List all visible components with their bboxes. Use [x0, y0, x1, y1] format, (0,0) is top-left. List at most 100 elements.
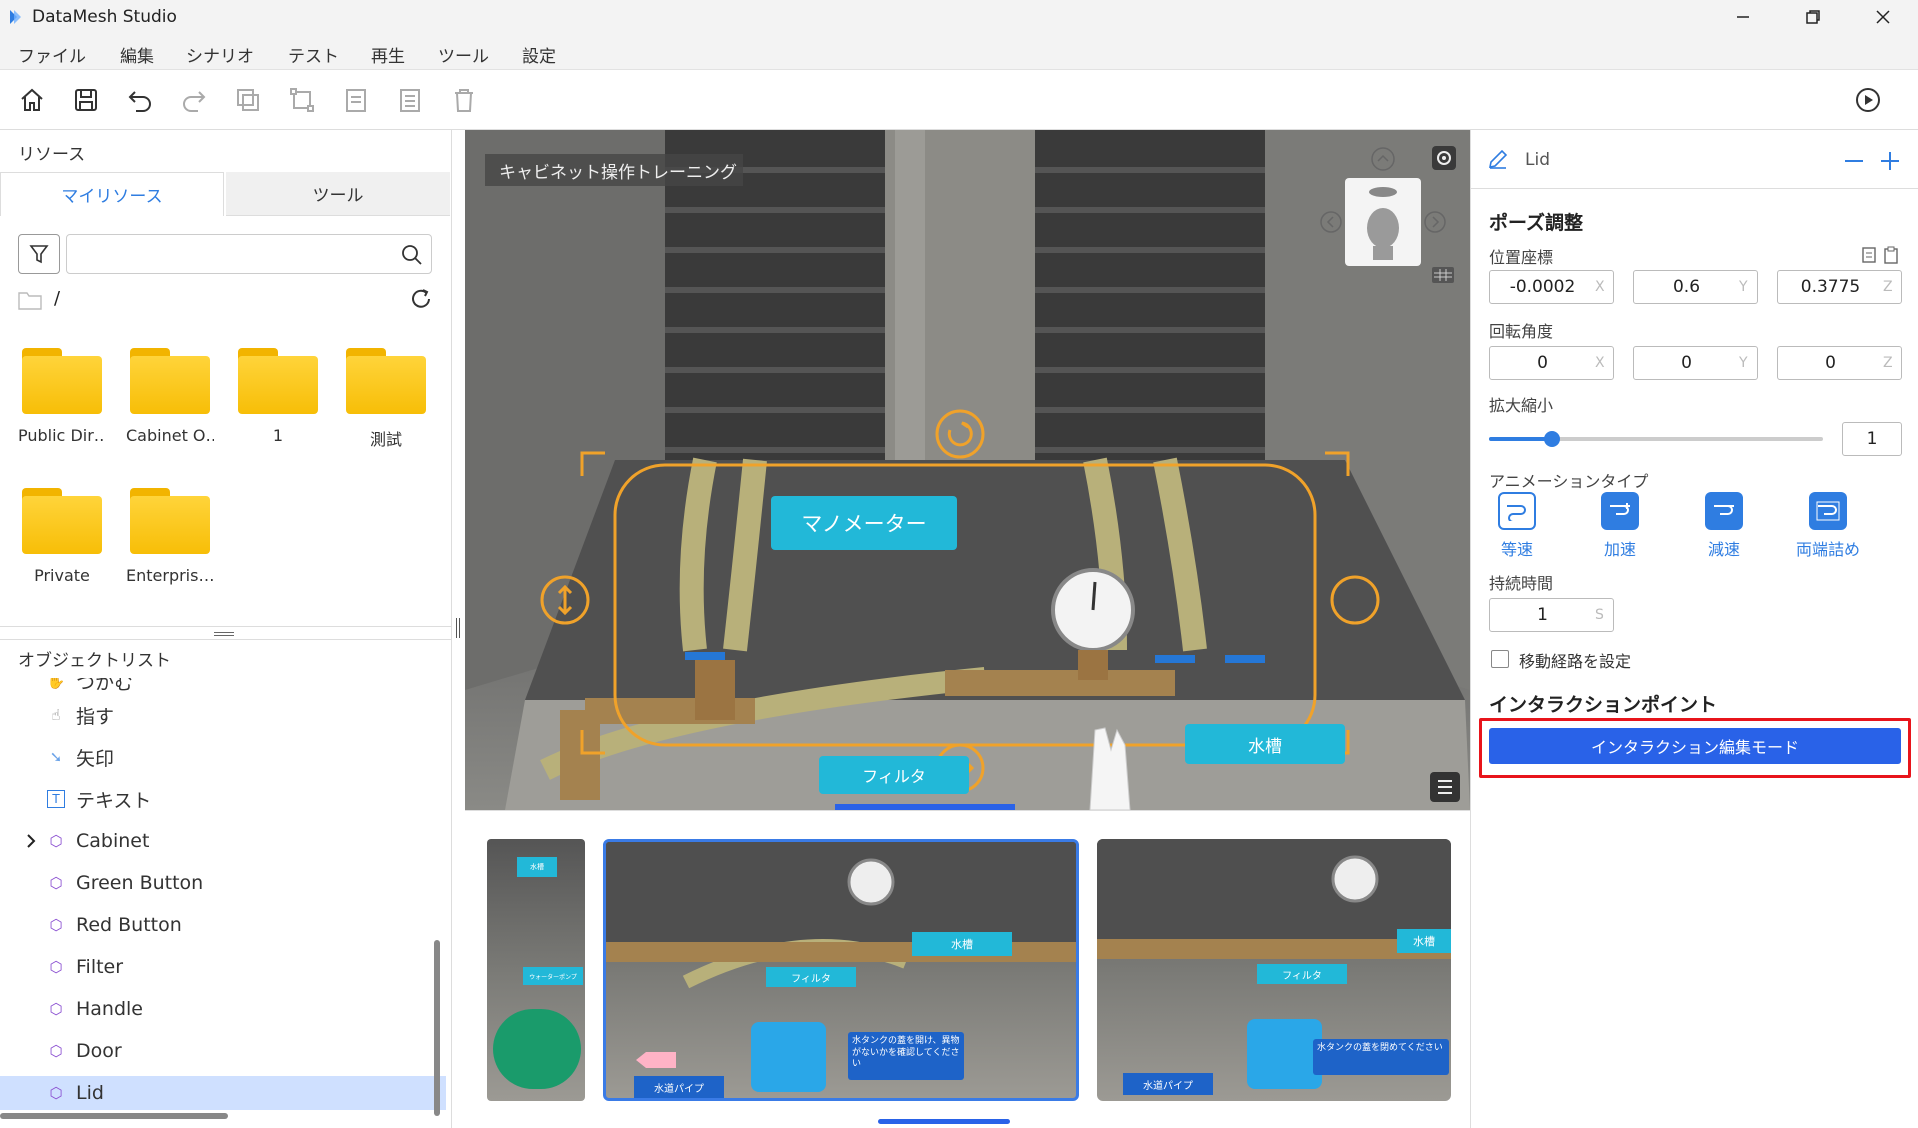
focus-icon[interactable] — [1430, 144, 1458, 172]
filter-label[interactable]: フィルタ — [819, 756, 969, 794]
anim-type-linear[interactable]: 等速 — [1472, 492, 1562, 560]
list-item[interactable]: ⬡ Cabinet — [27, 824, 436, 858]
position-x-field[interactable]: -0.0002 X — [1489, 270, 1614, 304]
anim-accel-icon — [1601, 492, 1639, 530]
anim-type-decel[interactable]: 減速 — [1679, 492, 1769, 560]
panel-splitter[interactable] — [0, 626, 452, 640]
chevron-right-icon[interactable] — [1423, 210, 1447, 234]
anim-type-ease[interactable]: 両端詰め — [1783, 492, 1873, 560]
tank-label[interactable]: 水槽 — [1185, 724, 1345, 764]
folder-item[interactable]: 1 — [234, 348, 322, 445]
interaction-edit-mode-button[interactable]: インタラクション編集モード — [1489, 728, 1901, 764]
step-thumbnail[interactable]: 水槽 ウォーターポンプ — [487, 839, 585, 1101]
folder-item[interactable]: Public Dir… — [18, 348, 106, 445]
menu-settings[interactable]: 設定 — [522, 42, 556, 67]
folder-icon — [20, 488, 104, 556]
step-thumbnail[interactable]: フィルタ 水槽 水タンクの蓋を閉めてください 水道パイプ — [1097, 839, 1451, 1101]
home-button[interactable] — [16, 84, 48, 116]
list-item-selected[interactable]: ⬡ Lid — [0, 1076, 446, 1110]
list-item[interactable]: ⬡ Door — [46, 1034, 436, 1068]
rotation-z-field[interactable]: 0Z — [1777, 346, 1902, 380]
view-cube[interactable] — [1345, 178, 1421, 266]
object-list-hscrollbar[interactable] — [0, 1113, 228, 1119]
redo-button[interactable] — [178, 84, 210, 116]
list-item[interactable]: ➘ 矢印 — [46, 740, 436, 774]
paste-button[interactable] — [340, 84, 372, 116]
rotation-x-field[interactable]: 0X — [1489, 346, 1614, 380]
delete-button[interactable] — [448, 84, 480, 116]
anim-linear-icon — [1498, 492, 1536, 530]
position-z-field[interactable]: 0.3775 Z — [1777, 270, 1902, 304]
axis-z-label: Z — [1883, 279, 1893, 295]
rotation-x-value: 0 — [1537, 353, 1548, 373]
list-button[interactable] — [394, 84, 426, 116]
folder-item[interactable]: 測試 — [342, 348, 430, 450]
thumb-label: フィルタ — [766, 967, 856, 987]
list-item[interactable]: ⬡ Red Button — [46, 908, 436, 942]
group-button[interactable] — [286, 84, 318, 116]
filter-button[interactable] — [18, 234, 60, 274]
thumb-label: 水道パイプ — [634, 1076, 724, 1098]
rotation-y-field[interactable]: 0Y — [1633, 346, 1758, 380]
thumbnail-scrollbar[interactable] — [878, 1119, 1010, 1124]
manometer-label[interactable]: マノメーター — [771, 496, 957, 550]
menu-file[interactable]: ファイル — [18, 42, 86, 67]
copy-icon[interactable] — [1861, 246, 1877, 264]
menu-scenario[interactable]: シナリオ — [186, 42, 254, 67]
position-y-field[interactable]: 0.6 Y — [1633, 270, 1758, 304]
list-item[interactable]: ✋ つかむ — [46, 678, 436, 698]
paste-icon[interactable] — [1883, 246, 1899, 264]
restore-button[interactable] — [1778, 0, 1848, 34]
copy-button[interactable] — [232, 84, 264, 116]
anim-type-accel[interactable]: 加速 — [1575, 492, 1665, 560]
pose-title: ポーズ調整 — [1489, 212, 1584, 234]
cube-icon: ⬡ — [49, 874, 63, 892]
list-item[interactable]: ☝ 指す — [46, 698, 436, 732]
filter-icon — [29, 245, 49, 264]
scale-field[interactable]: 1 — [1842, 422, 1902, 456]
save-button[interactable] — [70, 84, 102, 116]
anim-type-label-text: 加速 — [1603, 540, 1636, 559]
menu-tools[interactable]: ツール — [438, 42, 489, 67]
chevron-up-icon[interactable] — [1370, 146, 1396, 172]
object-list-scrollbar[interactable] — [434, 940, 440, 1116]
resource-search-input[interactable] — [66, 234, 432, 274]
folder-item[interactable]: Cabinet O… — [126, 348, 214, 445]
add-icon[interactable] — [1879, 150, 1901, 172]
list-item[interactable]: ⬡ Handle — [46, 992, 436, 1026]
close-button[interactable] — [1848, 0, 1918, 34]
scale-slider[interactable] — [1489, 431, 1823, 447]
play-button[interactable] — [1852, 84, 1884, 116]
scene-viewport[interactable]: キャビネット操作トレーニング マノメーター フィルタ 水槽 — [465, 130, 1470, 810]
folder-item[interactable]: Private — [18, 488, 106, 585]
chevron-right-icon[interactable] — [24, 833, 38, 849]
list-item-label: Filter — [76, 956, 124, 978]
search-icon[interactable] — [401, 244, 423, 266]
menu-edit[interactable]: 編集 — [120, 42, 154, 67]
duration-field[interactable]: 1S — [1489, 598, 1614, 632]
position-x-value: -0.0002 — [1509, 277, 1576, 297]
resources-title: リソース — [18, 145, 86, 165]
list-item[interactable]: ⬡ Filter — [46, 950, 436, 984]
menu-test[interactable]: テスト — [288, 42, 339, 67]
undo-button[interactable] — [124, 84, 156, 116]
menu-play[interactable]: 再生 — [371, 42, 405, 67]
chevron-left-icon[interactable] — [1319, 210, 1343, 234]
vertical-splitter[interactable] — [455, 618, 461, 638]
folder-item[interactable]: Enterpris… — [126, 488, 214, 585]
list-item[interactable]: T テキスト — [46, 782, 436, 816]
head-orientation-icon — [1367, 187, 1399, 260]
step-thumbnail-selected[interactable]: フィルタ 水槽 水タンクの蓋を開け、異物がないかを確認してください 水道パイプ — [603, 839, 1079, 1101]
list-item[interactable]: ⬡ Green Button — [46, 866, 436, 900]
scale-slider-thumb[interactable] — [1544, 431, 1561, 447]
cube-icon: ⬡ — [49, 958, 63, 976]
menu-list-icon[interactable] — [1430, 772, 1460, 802]
minimize-button[interactable] — [1708, 0, 1778, 34]
refresh-icon[interactable] — [408, 286, 434, 312]
tab-tools[interactable]: ツール — [226, 172, 450, 216]
cube-icon: ⬡ — [49, 1042, 63, 1060]
path-checkbox[interactable] — [1491, 650, 1509, 668]
tab-my-resources[interactable]: マイリソース — [0, 172, 224, 216]
grid-view-icon[interactable] — [1430, 264, 1456, 286]
collapse-icon[interactable] — [1843, 150, 1865, 172]
